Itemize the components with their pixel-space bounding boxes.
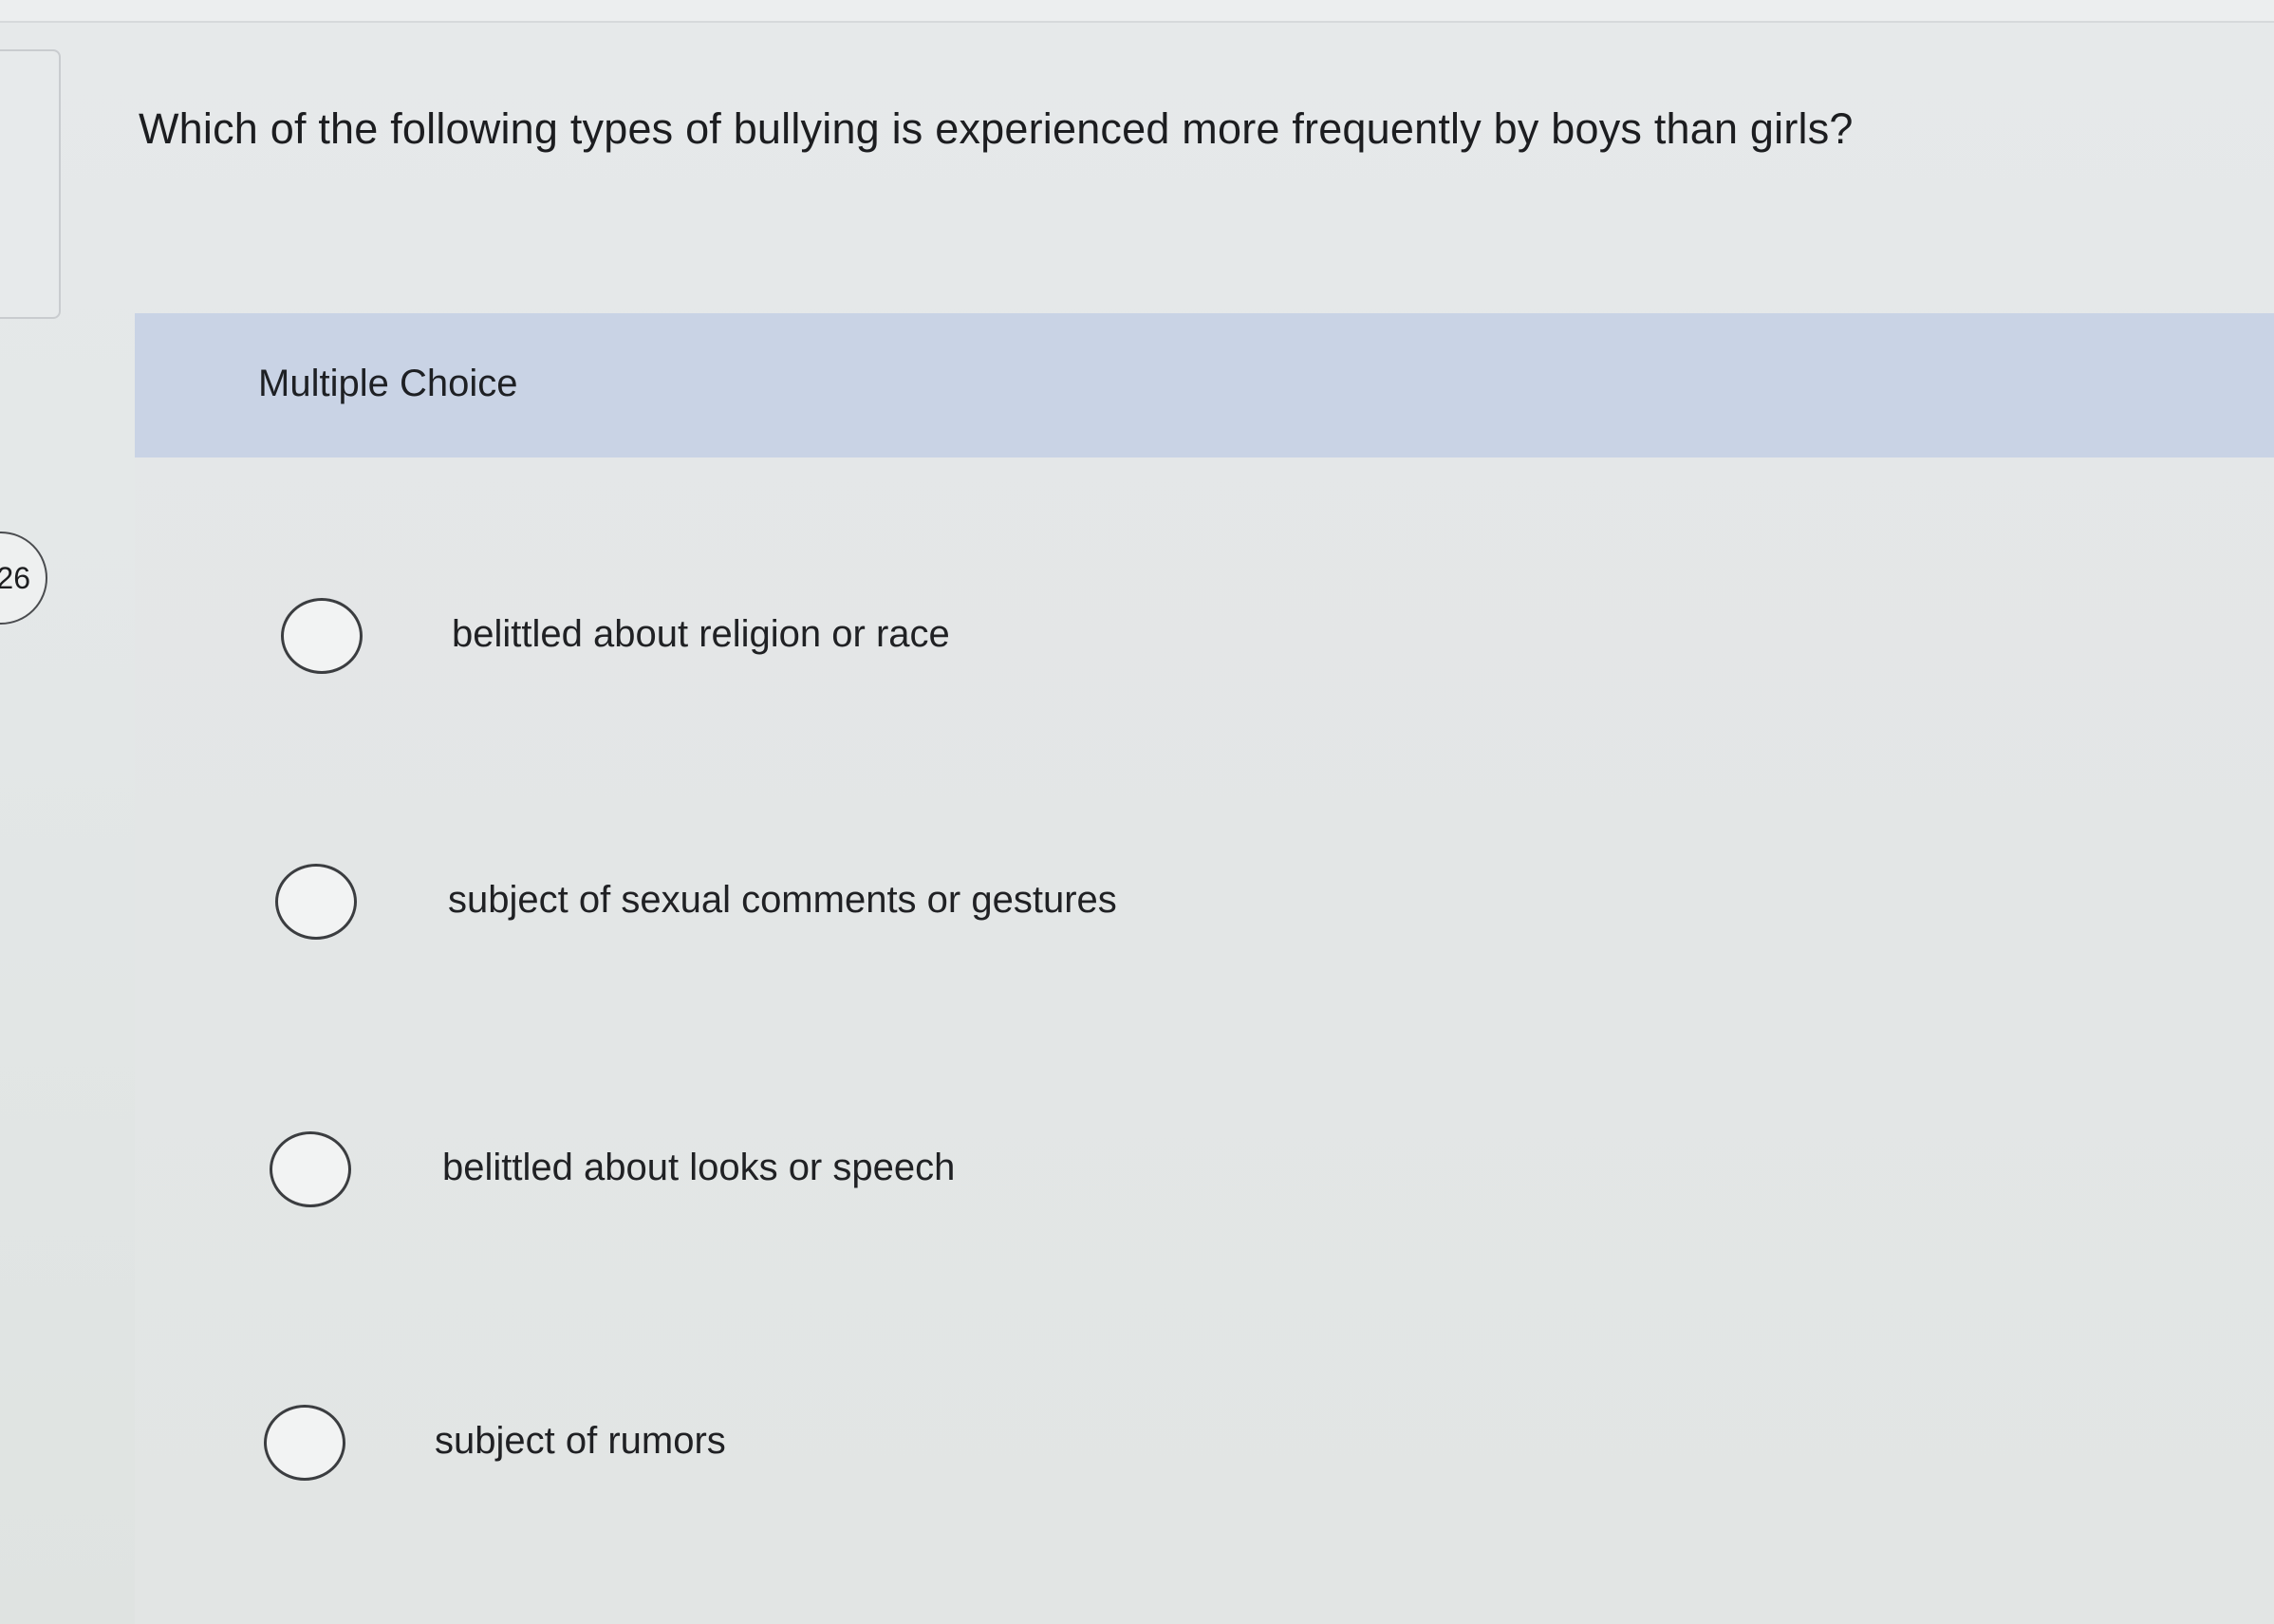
panel-header: Multiple Choice bbox=[135, 313, 2274, 457]
left-side-panel bbox=[0, 49, 61, 319]
radio-button-4[interactable] bbox=[264, 1405, 345, 1481]
choice-label-4: subject of rumors bbox=[435, 1420, 726, 1462]
choice-option-3[interactable]: belittled about looks or speech bbox=[135, 991, 2274, 1207]
choice-label-3: belittled about looks or speech bbox=[442, 1147, 956, 1188]
radio-button-1[interactable] bbox=[281, 598, 363, 674]
choice-label-1: belittled about religion or race bbox=[452, 613, 950, 655]
top-border bbox=[0, 0, 2274, 23]
choice-label-2: subject of sexual comments or gestures bbox=[448, 879, 1117, 921]
radio-button-3[interactable] bbox=[270, 1131, 351, 1207]
question-number-badge: 26 bbox=[0, 532, 47, 625]
choice-option-2[interactable]: subject of sexual comments or gestures bbox=[135, 723, 2274, 940]
answer-panel: Multiple Choice belittled about religion… bbox=[135, 313, 2274, 1624]
choice-option-1[interactable]: belittled about religion or race bbox=[135, 457, 2274, 674]
question-prompt: Which of the following types of bullying… bbox=[139, 104, 1854, 153]
question-type-label: Multiple Choice bbox=[258, 363, 518, 404]
radio-button-2[interactable] bbox=[275, 864, 357, 940]
choice-option-4[interactable]: subject of rumors bbox=[135, 1264, 2274, 1481]
